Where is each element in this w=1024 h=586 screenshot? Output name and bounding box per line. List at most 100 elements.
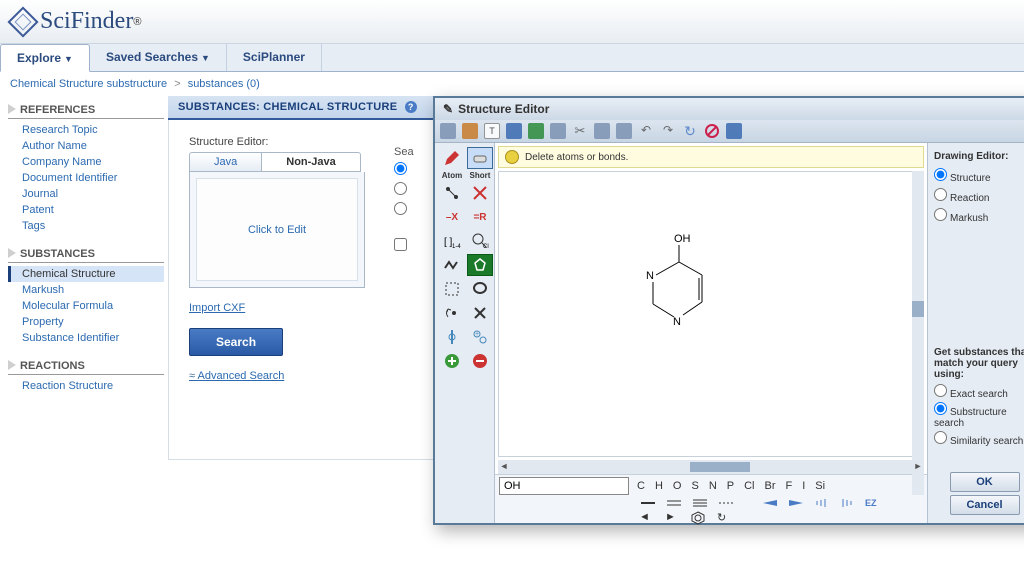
- wedge-hash-down-icon[interactable]: [839, 498, 857, 508]
- breadcrumb-structure[interactable]: Chemical Structure substructure: [10, 78, 167, 90]
- arrow-left-icon[interactable]: ◄: [639, 511, 657, 521]
- structure-preview[interactable]: Click to Edit: [189, 172, 365, 288]
- ez-bond-icon[interactable]: EZ: [865, 498, 883, 508]
- atom-s[interactable]: S: [691, 480, 698, 492]
- arrow-right-icon[interactable]: ►: [665, 511, 683, 521]
- modal-titlebar[interactable]: ✎ Structure Editor: [435, 98, 1024, 120]
- paste-icon[interactable]: [616, 123, 632, 139]
- sidebar-item-property[interactable]: Property: [8, 314, 164, 330]
- sidebar-item-markush[interactable]: Markush: [8, 282, 164, 298]
- settings-icon[interactable]: [726, 123, 742, 139]
- atom-i[interactable]: I: [802, 480, 805, 492]
- copy-icon[interactable]: [594, 123, 610, 139]
- atom-p[interactable]: P: [727, 480, 734, 492]
- sidebar-item-author-name[interactable]: Author Name: [8, 138, 164, 154]
- sidebar-item-document-identifier[interactable]: Document Identifier: [8, 170, 164, 186]
- molecule-drawing[interactable]: OH N N: [629, 232, 709, 342]
- ring-tool-icon[interactable]: [467, 254, 493, 276]
- search-type-radio-2[interactable]: [394, 182, 407, 195]
- print-icon[interactable]: [550, 123, 566, 139]
- repeat-tool-icon[interactable]: [ ]1-4: [439, 230, 465, 252]
- match-substructure[interactable]: Substructure search: [934, 402, 1024, 429]
- variable-x-tool-icon[interactable]: –X: [439, 206, 465, 228]
- structure-canvas[interactable]: OH N N: [498, 171, 924, 457]
- de-reaction[interactable]: Reaction: [934, 188, 1024, 204]
- atom-symbol-input[interactable]: [499, 477, 629, 495]
- wedge-hash-up-icon[interactable]: [813, 498, 831, 508]
- benzene-aromatic-icon[interactable]: [691, 511, 709, 521]
- pencil-tool-icon[interactable]: [439, 147, 465, 169]
- atom-h[interactable]: H: [655, 480, 663, 492]
- rotate-tool-icon[interactable]: [439, 302, 465, 324]
- canvas-hscroll[interactable]: ◄►: [498, 460, 924, 474]
- search-type-checkbox[interactable]: [394, 238, 407, 251]
- undo-icon[interactable]: ↶: [638, 123, 654, 139]
- help-icon[interactable]: ?: [405, 101, 417, 113]
- cut-icon[interactable]: ✂: [572, 123, 588, 139]
- search-type-radio-3[interactable]: [394, 202, 407, 215]
- eraser-tool-icon[interactable]: [467, 147, 493, 169]
- open-icon[interactable]: [462, 123, 478, 139]
- sidebar-item-company-name[interactable]: Company Name: [8, 154, 164, 170]
- tab-sciplanner[interactable]: SciPlanner: [227, 44, 322, 71]
- remove-atom-icon[interactable]: [467, 350, 493, 372]
- tab-explore[interactable]: Explore▼: [0, 44, 90, 72]
- rgroup-tool-icon[interactable]: =R: [467, 206, 493, 228]
- text-tool-icon[interactable]: T: [484, 123, 500, 139]
- atom-query-tool-icon[interactable]: Cl: [467, 230, 493, 252]
- redo-icon[interactable]: ↷: [660, 123, 676, 139]
- search-button[interactable]: Search: [189, 328, 283, 356]
- wedge-down-icon[interactable]: [787, 498, 805, 508]
- atom-f[interactable]: F: [786, 480, 793, 492]
- svg-text:1-4: 1-4: [452, 244, 461, 250]
- de-structure[interactable]: Structure: [934, 168, 1024, 184]
- lasso-tool-icon[interactable]: [467, 278, 493, 300]
- tab-saved-searches[interactable]: Saved Searches▼: [90, 44, 227, 71]
- atom-tool-icon[interactable]: [439, 182, 465, 204]
- tab-java[interactable]: Java: [189, 152, 261, 172]
- ok-button[interactable]: OK: [950, 472, 1020, 492]
- atom-si[interactable]: Si: [815, 480, 825, 492]
- sidebar-item-substance-identifier[interactable]: Substance Identifier: [8, 330, 164, 346]
- wedge-up-icon[interactable]: [761, 498, 779, 508]
- atom-br[interactable]: Br: [765, 480, 776, 492]
- sidebar-item-patent[interactable]: Patent: [8, 202, 164, 218]
- sidebar-item-reaction-structure[interactable]: Reaction Structure: [8, 378, 164, 394]
- de-markush[interactable]: Markush: [934, 208, 1024, 224]
- charge-tool-icon[interactable]: +: [467, 326, 493, 348]
- add-atom-icon[interactable]: [439, 350, 465, 372]
- breadcrumb-substances[interactable]: substances (0): [188, 78, 260, 90]
- chiral-tool-icon[interactable]: [439, 326, 465, 348]
- sidebar-item-chemical-structure[interactable]: Chemical Structure: [8, 266, 164, 282]
- new-icon[interactable]: [440, 123, 456, 139]
- cancel-button[interactable]: Cancel: [950, 495, 1020, 515]
- chain-tool-icon[interactable]: [439, 254, 465, 276]
- sidebar-item-molecular-formula[interactable]: Molecular Formula: [8, 298, 164, 314]
- rotate-cw-icon[interactable]: ↻: [717, 511, 735, 521]
- clear-icon[interactable]: [704, 123, 720, 139]
- shortcut-tool-icon[interactable]: [467, 182, 493, 204]
- sidebar-item-research-topic[interactable]: Research Topic: [8, 122, 164, 138]
- sidebar-item-journal[interactable]: Journal: [8, 186, 164, 202]
- tab-non-java[interactable]: Non-Java: [261, 152, 361, 172]
- sidebar-item-tags[interactable]: Tags: [8, 218, 164, 234]
- save-icon[interactable]: [506, 123, 522, 139]
- atom-cl[interactable]: Cl: [744, 480, 754, 492]
- match-similarity[interactable]: Similarity search: [934, 431, 1024, 447]
- atom-n[interactable]: N: [709, 480, 717, 492]
- atom-c[interactable]: C: [637, 480, 645, 492]
- edit-tool-icon[interactable]: [467, 302, 493, 324]
- canvas-vscroll[interactable]: [912, 171, 924, 495]
- bond-double-icon[interactable]: [665, 498, 683, 508]
- bond-dashed-icon[interactable]: [717, 498, 735, 508]
- bond-single-icon[interactable]: [639, 498, 657, 508]
- refresh-icon[interactable]: ↻: [682, 123, 698, 139]
- structure-editor-modal: ✎ Structure Editor T ✂ ↶ ↷ ↻: [433, 96, 1024, 525]
- export-icon[interactable]: [528, 123, 544, 139]
- select-rect-icon[interactable]: [439, 278, 465, 300]
- match-exact[interactable]: Exact search: [934, 384, 1024, 400]
- atom-o[interactable]: O: [673, 480, 682, 492]
- bond-triple-icon[interactable]: [691, 498, 709, 508]
- bond-type-row: EZ: [639, 498, 883, 508]
- search-type-radio-1[interactable]: [394, 162, 407, 175]
